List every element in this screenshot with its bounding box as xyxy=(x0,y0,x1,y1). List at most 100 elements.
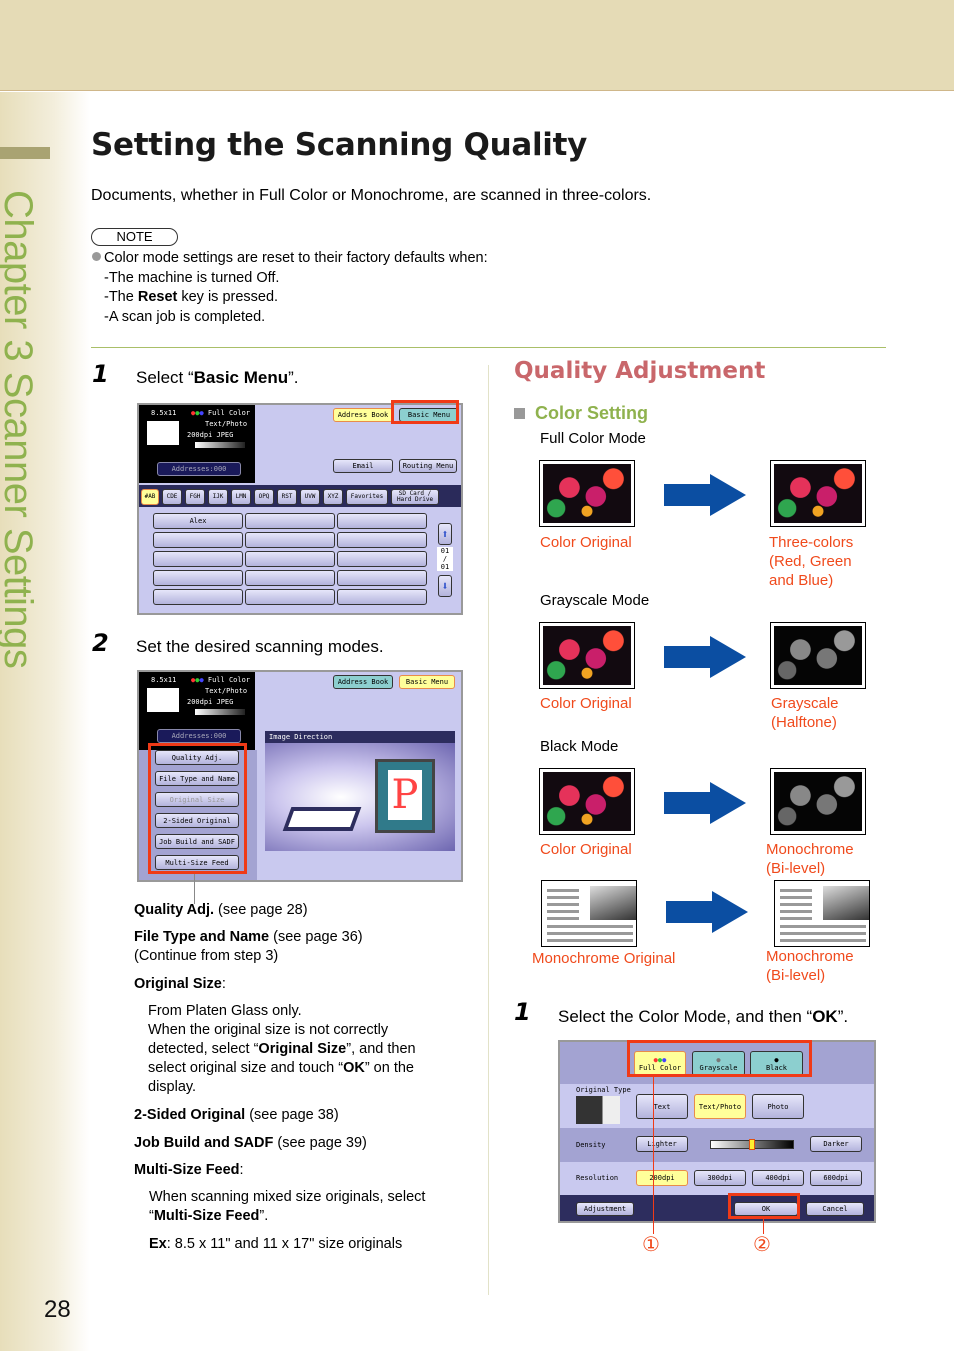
step-key: Basic Menu xyxy=(193,368,289,387)
color-mode-text: Full Color xyxy=(207,676,251,684)
darker-button[interactable]: Darker xyxy=(810,1136,862,1152)
caption: Color Original xyxy=(540,534,632,551)
empty-address-slot[interactable] xyxy=(337,532,427,548)
caption: Monochrome (Bi-level) xyxy=(766,947,854,985)
text-photo-button[interactable]: Text/Photo xyxy=(694,1094,746,1119)
empty-address-slot[interactable] xyxy=(245,589,335,605)
density-slider[interactable] xyxy=(710,1139,794,1150)
desc-text: (see page 36) xyxy=(269,929,363,945)
note-text: key is pressed. xyxy=(177,289,279,305)
routing-menu-button[interactable]: Routing Menu xyxy=(399,459,457,473)
email-button[interactable]: Email xyxy=(333,459,393,473)
tab-fgh[interactable]: FGH xyxy=(185,489,205,505)
desc-key: OK xyxy=(343,1060,365,1076)
adjustment-button[interactable]: Adjustment xyxy=(576,1202,634,1216)
empty-address-slot[interactable] xyxy=(153,532,243,548)
flower-photo xyxy=(543,626,631,685)
empty-address-slot[interactable] xyxy=(153,570,243,586)
step-instruction: Set the desired scanning modes. xyxy=(136,637,384,656)
basic-menu-button[interactable]: Basic Menu xyxy=(399,675,455,689)
tab-lmn[interactable]: LMN xyxy=(231,489,251,505)
arrow-up-icon: ⬆ xyxy=(441,527,449,541)
empty-address-slot[interactable] xyxy=(153,589,243,605)
desc-text: (see page 39) xyxy=(273,1135,367,1151)
color-original-image xyxy=(539,768,635,835)
tab-ijk[interactable]: IJK xyxy=(208,489,228,505)
empty-address-slot[interactable] xyxy=(337,570,427,586)
arrow-right-icon xyxy=(664,636,746,678)
resolution-600dpi[interactable]: 600dpi xyxy=(810,1170,862,1186)
page-indicator: 01 / 01 xyxy=(437,547,453,571)
tab-rst[interactable]: RST xyxy=(277,489,297,505)
cancel-button[interactable]: Cancel xyxy=(806,1202,864,1216)
resolution-status: 200dpi JPEG xyxy=(187,431,234,439)
desc-key: Ex xyxy=(149,1236,167,1252)
photo-button[interactable]: Photo xyxy=(752,1094,804,1119)
scroll-down-button[interactable]: ⬇ xyxy=(438,575,452,597)
preview-icon xyxy=(147,421,179,445)
original-type-label: Original Type xyxy=(576,1086,631,1094)
text-button[interactable]: Text xyxy=(636,1094,688,1119)
address-entry[interactable]: Alex xyxy=(153,513,243,529)
note-lead: Color mode settings are reset to their f… xyxy=(104,250,488,266)
empty-address-slot[interactable] xyxy=(245,570,335,586)
tab--ab[interactable]: #AB xyxy=(141,489,159,505)
desc-key: 2-Sided Original xyxy=(134,1107,246,1123)
address-book-screen: 8.5x11 ●●● Full Color Text/Photo 200dpi … xyxy=(137,403,463,615)
resolution-400dpi[interactable]: 400dpi xyxy=(752,1170,804,1186)
p-glyph: P xyxy=(388,770,422,820)
flower-photo xyxy=(543,772,631,831)
addresses-counter[interactable]: Addresses:000 xyxy=(157,462,241,476)
lighter-button[interactable]: Lighter xyxy=(636,1136,688,1152)
arrow-right-icon xyxy=(664,782,746,824)
preview-icon xyxy=(147,688,179,712)
resolution-status: 200dpi JPEG xyxy=(187,698,234,706)
caption-line: Monochrome xyxy=(766,948,854,965)
desc-quality-adj: Quality Adj. (see page 28) xyxy=(134,901,308,920)
desc-key: Job Build and SADF xyxy=(134,1135,274,1151)
empty-address-slot[interactable] xyxy=(153,551,243,567)
flower-photo xyxy=(774,626,862,685)
address-book-button[interactable]: Address Book xyxy=(333,408,393,422)
note-item: -The Reset key is pressed. xyxy=(92,288,488,308)
desc-text: (see page 28) xyxy=(214,902,308,918)
addresses-counter[interactable]: Addresses:000 xyxy=(157,729,241,743)
desc-key: Multi-Size Feed xyxy=(153,1208,260,1224)
tab-xyz[interactable]: XYZ xyxy=(323,489,343,505)
resolution-200dpi[interactable]: 200dpi xyxy=(636,1170,688,1186)
tab-opq[interactable]: OPQ xyxy=(254,489,274,505)
tab-uvw[interactable]: UVW xyxy=(300,489,320,505)
square-bullet-icon xyxy=(514,408,525,419)
image-direction-graphic: P xyxy=(265,743,455,851)
caption-line: (Halftone) xyxy=(771,714,837,731)
desc-key: Original Size xyxy=(134,976,222,992)
empty-address-slot[interactable] xyxy=(245,532,335,548)
empty-address-slot[interactable] xyxy=(245,551,335,567)
empty-address-slot[interactable] xyxy=(337,551,427,567)
scroll-up-button[interactable]: ⬆ xyxy=(438,523,452,545)
page-title: Setting the Scanning Quality xyxy=(91,127,588,163)
caption-line: Monochrome xyxy=(766,841,854,858)
desc-text: (see page 38) xyxy=(245,1107,339,1123)
step-number: 1 xyxy=(92,360,109,388)
address-book-button[interactable]: Address Book xyxy=(333,675,393,689)
page-number: 28 xyxy=(44,1296,71,1323)
note-key: Reset xyxy=(137,289,178,305)
resolution-300dpi[interactable]: 300dpi xyxy=(694,1170,746,1186)
desc-line: “Multi-Size Feed”. xyxy=(149,1207,425,1226)
color-original-image xyxy=(539,622,635,689)
empty-address-slot[interactable] xyxy=(337,589,427,605)
tab-sd-card-hard-drive[interactable]: SD Card / Hard Drive xyxy=(391,489,439,505)
image-direction-panel: Image Direction P xyxy=(265,731,455,851)
divider xyxy=(91,347,886,348)
arrow-right-icon xyxy=(666,891,748,933)
tab-favorites[interactable]: Favorites xyxy=(346,489,388,505)
tab-cde[interactable]: CDE xyxy=(162,489,182,505)
arch-photo xyxy=(823,886,869,920)
flower-photo xyxy=(774,464,862,523)
density-thumb[interactable] xyxy=(749,1139,755,1150)
subtitle-text: Color Setting xyxy=(535,403,648,423)
empty-address-slot[interactable] xyxy=(337,513,427,529)
empty-address-slot[interactable] xyxy=(245,513,335,529)
mode-label: Full Color Mode xyxy=(540,430,646,447)
